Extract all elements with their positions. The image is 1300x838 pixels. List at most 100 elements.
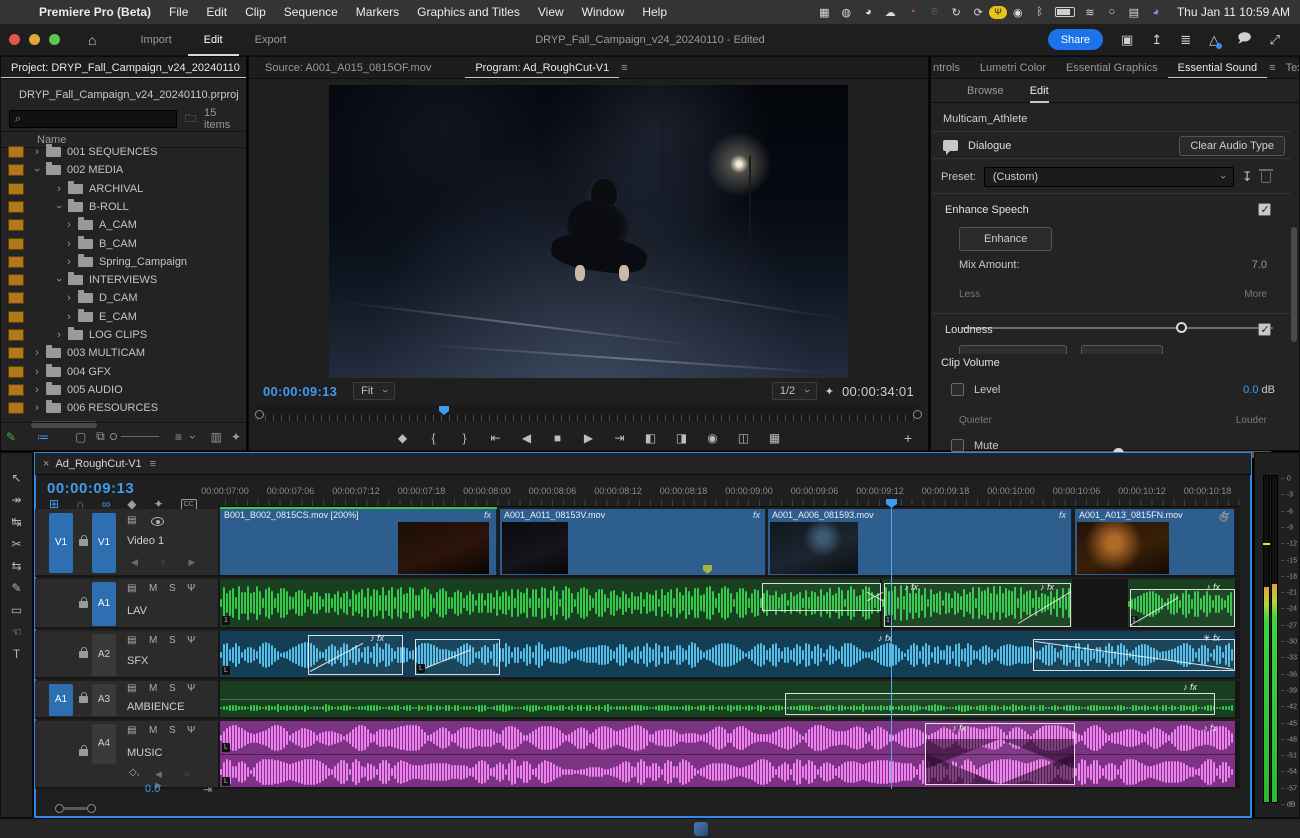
filter-bin-icon[interactable]: ▥ bbox=[206, 430, 226, 444]
timeline-ruler[interactable]: 00:00:07:00 00:00:07:06 00:00:07:12 00:00:0… bbox=[201, 483, 1240, 507]
chevron-icon[interactable]: › bbox=[64, 311, 74, 323]
subtab-edit[interactable]: Edit bbox=[1029, 79, 1049, 103]
sync-lock-icon[interactable]: ▤ bbox=[127, 683, 136, 694]
track-name[interactable]: AMBIENCE bbox=[127, 701, 184, 713]
solo-track-button[interactable]: S bbox=[169, 683, 176, 694]
track-name[interactable]: LAV bbox=[127, 605, 147, 617]
sync-lock-icon[interactable]: ▤ bbox=[127, 515, 136, 526]
menubar-item[interactable]: Window bbox=[573, 5, 634, 19]
bin-row[interactable]: › 003 MULTICAM bbox=[1, 344, 242, 362]
volume-keyframe-box[interactable] bbox=[1130, 589, 1235, 627]
track-target-a3[interactable]: A3 bbox=[92, 684, 116, 716]
preset-dropdown[interactable]: (Custom) › bbox=[983, 167, 1234, 187]
track-target-a2[interactable]: A2 bbox=[92, 634, 116, 676]
playback-resolution-dropdown[interactable]: 1/2 › bbox=[771, 382, 817, 400]
clip-volume-fx-badges[interactable]: ♪ fx bbox=[952, 723, 966, 733]
track-scroll-handle[interactable] bbox=[1219, 513, 1228, 522]
mute-track-button[interactable]: M bbox=[149, 583, 157, 594]
mark-in-icon[interactable]: { bbox=[427, 431, 441, 445]
menubar-item[interactable]: View bbox=[529, 5, 573, 19]
volume-keyframe-box[interactable] bbox=[415, 639, 500, 675]
menubar-item[interactable]: Help bbox=[633, 5, 676, 19]
chevron-icon[interactable]: › bbox=[54, 183, 64, 195]
step-forward-icon[interactable]: ▶ bbox=[582, 431, 596, 445]
selection-tool[interactable]: ↖ bbox=[6, 471, 28, 486]
mark-out-icon[interactable]: } bbox=[458, 431, 472, 445]
rectangle-tool[interactable]: ▭ bbox=[6, 603, 28, 618]
bin-row[interactable]: › Spring_Campaign bbox=[1, 253, 242, 271]
chevron-icon[interactable]: › bbox=[31, 165, 43, 175]
step-back-icon[interactable]: ◀ bbox=[520, 431, 534, 445]
comparison-view-icon[interactable]: ◫ bbox=[737, 431, 751, 445]
minimize-window-button[interactable] bbox=[29, 34, 40, 45]
level-value[interactable]: 0.0 bbox=[1243, 384, 1258, 396]
screen-mirror-icon[interactable]: ▦ bbox=[813, 6, 835, 19]
track-visibility-icon[interactable] bbox=[151, 517, 164, 526]
chevron-icon[interactable]: › bbox=[54, 329, 64, 341]
lift-icon[interactable]: ◧ bbox=[644, 431, 658, 445]
scroll-right-handle[interactable] bbox=[87, 804, 96, 813]
bin-row[interactable]: › B-ROLL bbox=[1, 198, 242, 216]
new-bin-icon[interactable]: 🗀 bbox=[185, 110, 196, 129]
panel-menu-icon[interactable]: ≡ bbox=[621, 62, 627, 74]
add-marker-icon[interactable]: ◆ bbox=[396, 431, 410, 445]
audio-track-content-music[interactable]: L L ♪ fx ♪ fx bbox=[218, 721, 1240, 789]
pen-tool[interactable]: ✎ bbox=[6, 581, 28, 596]
audio-meters-panel[interactable]: 0 -3 -6 -9 -12 -15 -18 -21 -24 -27 -30 -33 -36 -39 -42… bbox=[1254, 452, 1300, 818]
program-timecode[interactable]: 00:00:09:13 bbox=[263, 384, 337, 399]
program-monitor-tab[interactable]: Program: Ad_RoughCut-V1 bbox=[465, 57, 620, 78]
tab-essential-sound[interactable]: Essential Sound bbox=[1167, 57, 1268, 78]
track-name[interactable]: Video 1 bbox=[127, 535, 164, 547]
play-stop-icon[interactable]: ■ bbox=[551, 431, 565, 445]
tab-essential-graphics[interactable]: Essential Graphics bbox=[1056, 57, 1168, 78]
track-lock-icon[interactable] bbox=[79, 745, 88, 756]
button-editor-plus-icon[interactable]: + bbox=[904, 430, 912, 446]
tab-edit[interactable]: Edit bbox=[187, 24, 239, 56]
clear-audio-type-button[interactable]: Clear Audio Type bbox=[1179, 135, 1285, 156]
clip-volume-fx-badges[interactable]: ♪ fx bbox=[1183, 682, 1197, 692]
crossfade-icon[interactable] bbox=[866, 585, 884, 607]
bin-row[interactable]: › 002 MEDIA bbox=[1, 161, 242, 179]
clip-volume-fx-badges[interactable]: ♪ fx bbox=[1203, 723, 1217, 733]
chevron-icon[interactable]: › bbox=[53, 202, 65, 212]
source-monitor-tab[interactable]: Source: A001_A015_0815OF.mov bbox=[255, 57, 441, 78]
battery-icon[interactable] bbox=[1054, 7, 1075, 17]
audio-track-content-lav[interactable]: 1 1 1 ♪ fx ♪ fx ♪ fx bbox=[218, 579, 1240, 629]
chevron-icon[interactable]: › bbox=[32, 384, 42, 396]
video-clip[interactable]: A001_A011_08153V.mov fx bbox=[500, 509, 766, 575]
voiceover-record-icon[interactable]: Ψ bbox=[187, 725, 195, 736]
tab-export[interactable]: Export bbox=[239, 24, 303, 56]
bin-row[interactable]: › 006 RESOURCES bbox=[1, 399, 242, 417]
export-frame-icon[interactable]: ◉ bbox=[706, 431, 720, 445]
bluetooth-icon[interactable]: ᛒ bbox=[1029, 6, 1051, 18]
slip-tool[interactable]: ⇆ bbox=[6, 559, 28, 574]
search-dim-icon[interactable]: ⌾ bbox=[923, 6, 945, 19]
clip-volume-fx-badges[interactable]: ♪ fx bbox=[878, 633, 892, 643]
app-menu[interactable]: Premiere Pro (Beta) bbox=[30, 5, 160, 19]
go-to-out-icon[interactable]: ⇥ bbox=[613, 431, 627, 445]
chevron-icon[interactable]: › bbox=[64, 256, 74, 268]
enhance-button[interactable]: Enhance bbox=[959, 227, 1053, 251]
workspace-settings-icon[interactable]: ≣ bbox=[1180, 32, 1191, 48]
fullscreen-icon[interactable]: ⤢ bbox=[1270, 32, 1280, 48]
source-patch-v1[interactable]: V1 bbox=[49, 513, 73, 573]
bin-row[interactable]: › 004 GFX bbox=[1, 363, 242, 381]
chevron-icon[interactable]: › bbox=[32, 402, 42, 414]
video-clip[interactable]: A001_A013_0815FN.mov fx bbox=[1075, 509, 1235, 575]
hand-tool[interactable]: ☜ bbox=[6, 625, 28, 640]
track-target-a1[interactable]: A1 bbox=[92, 582, 116, 626]
chevron-icon[interactable]: › bbox=[32, 366, 42, 378]
pen-badge-icon[interactable]: ✎ bbox=[1, 430, 21, 444]
solo-track-button[interactable]: S bbox=[169, 725, 176, 736]
sync-lock-icon[interactable]: ▤ bbox=[127, 725, 136, 736]
bin-row[interactable]: › D_CAM bbox=[1, 289, 242, 307]
track-name[interactable]: SFX bbox=[127, 655, 148, 667]
sort-chevron-icon[interactable]: › bbox=[186, 430, 200, 444]
mute-track-button[interactable]: M bbox=[149, 725, 157, 736]
audio-track-content-sfx[interactable]: L ♪ fx ♪ fx ✳ fx L bbox=[218, 631, 1240, 679]
bin-row[interactable]: › 001 SEQUENCES bbox=[1, 143, 242, 161]
zoom-level-dropdown[interactable]: Fit › bbox=[353, 382, 396, 400]
clip-volume-fx-badges[interactable]: ♪ fx bbox=[370, 633, 384, 643]
track-select-tool[interactable]: ↠ bbox=[6, 493, 28, 508]
spotlight-icon[interactable]: ○ bbox=[1101, 6, 1123, 18]
